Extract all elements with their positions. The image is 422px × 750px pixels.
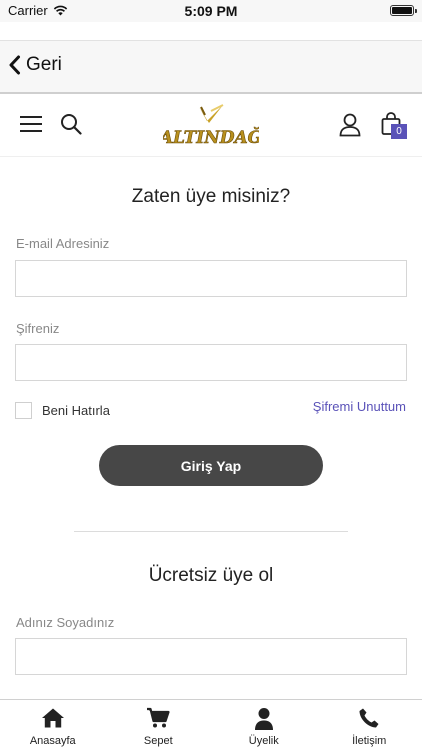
password-field[interactable] [15, 344, 407, 381]
chevron-left-icon [9, 55, 20, 75]
back-button[interactable]: Geri [8, 54, 62, 76]
menu-icon[interactable] [20, 115, 42, 133]
search-icon[interactable] [60, 113, 82, 135]
tab-cart[interactable]: Sepet [106, 700, 212, 750]
svg-text:ALTINDAĞ: ALTINDAĞ [163, 127, 259, 148]
cart-icon [147, 707, 170, 728]
remember-me-checkbox[interactable] [15, 402, 32, 419]
email-label: E-mail Adresiniz [16, 236, 110, 251]
register-title: Ücretsiz üye ol [148, 565, 274, 586]
home-icon [41, 708, 64, 728]
remember-me-label: Beni Hatırla [42, 403, 110, 418]
password-label: Şifreniz [16, 321, 60, 336]
brand-logo: ALTINDAĞ [163, 104, 259, 148]
navigation-bar: Geri [0, 40, 422, 94]
tab-contact[interactable]: İletişim [317, 700, 422, 750]
bottom-tab-bar: Anasayfa Sepet Üyelik İletişim [0, 699, 422, 750]
tab-home[interactable]: Anasayfa [0, 700, 106, 750]
login-button[interactable]: Giriş Yap [99, 445, 323, 486]
tab-home-label: Anasayfa [29, 735, 76, 747]
section-divider [74, 531, 348, 532]
full-name-field[interactable] [15, 638, 407, 675]
forgot-password-link[interactable]: Şifremi Unuttum [313, 399, 406, 414]
full-name-label: Adınız Soyadınız [16, 615, 115, 630]
tab-membership[interactable]: Üyelik [211, 700, 317, 750]
phone-icon [359, 708, 379, 728]
status-time: 5:09 PM [184, 3, 238, 19]
login-title: Zaten üye misiniz? [131, 186, 291, 207]
account-icon[interactable] [339, 113, 361, 137]
tab-contact-label: İletişim [352, 735, 387, 747]
battery-icon [390, 5, 417, 16]
status-bar: Carrier 5:09 PM [0, 0, 422, 22]
cart-count-badge: 0 [391, 124, 407, 139]
tab-membership-label: Üyelik [248, 735, 279, 747]
user-icon [254, 708, 273, 730]
tab-cart-label: Sepet [143, 735, 173, 747]
back-label: Geri [26, 54, 62, 75]
app-header: ALTINDAĞ [0, 95, 422, 157]
email-field[interactable] [15, 260, 407, 297]
